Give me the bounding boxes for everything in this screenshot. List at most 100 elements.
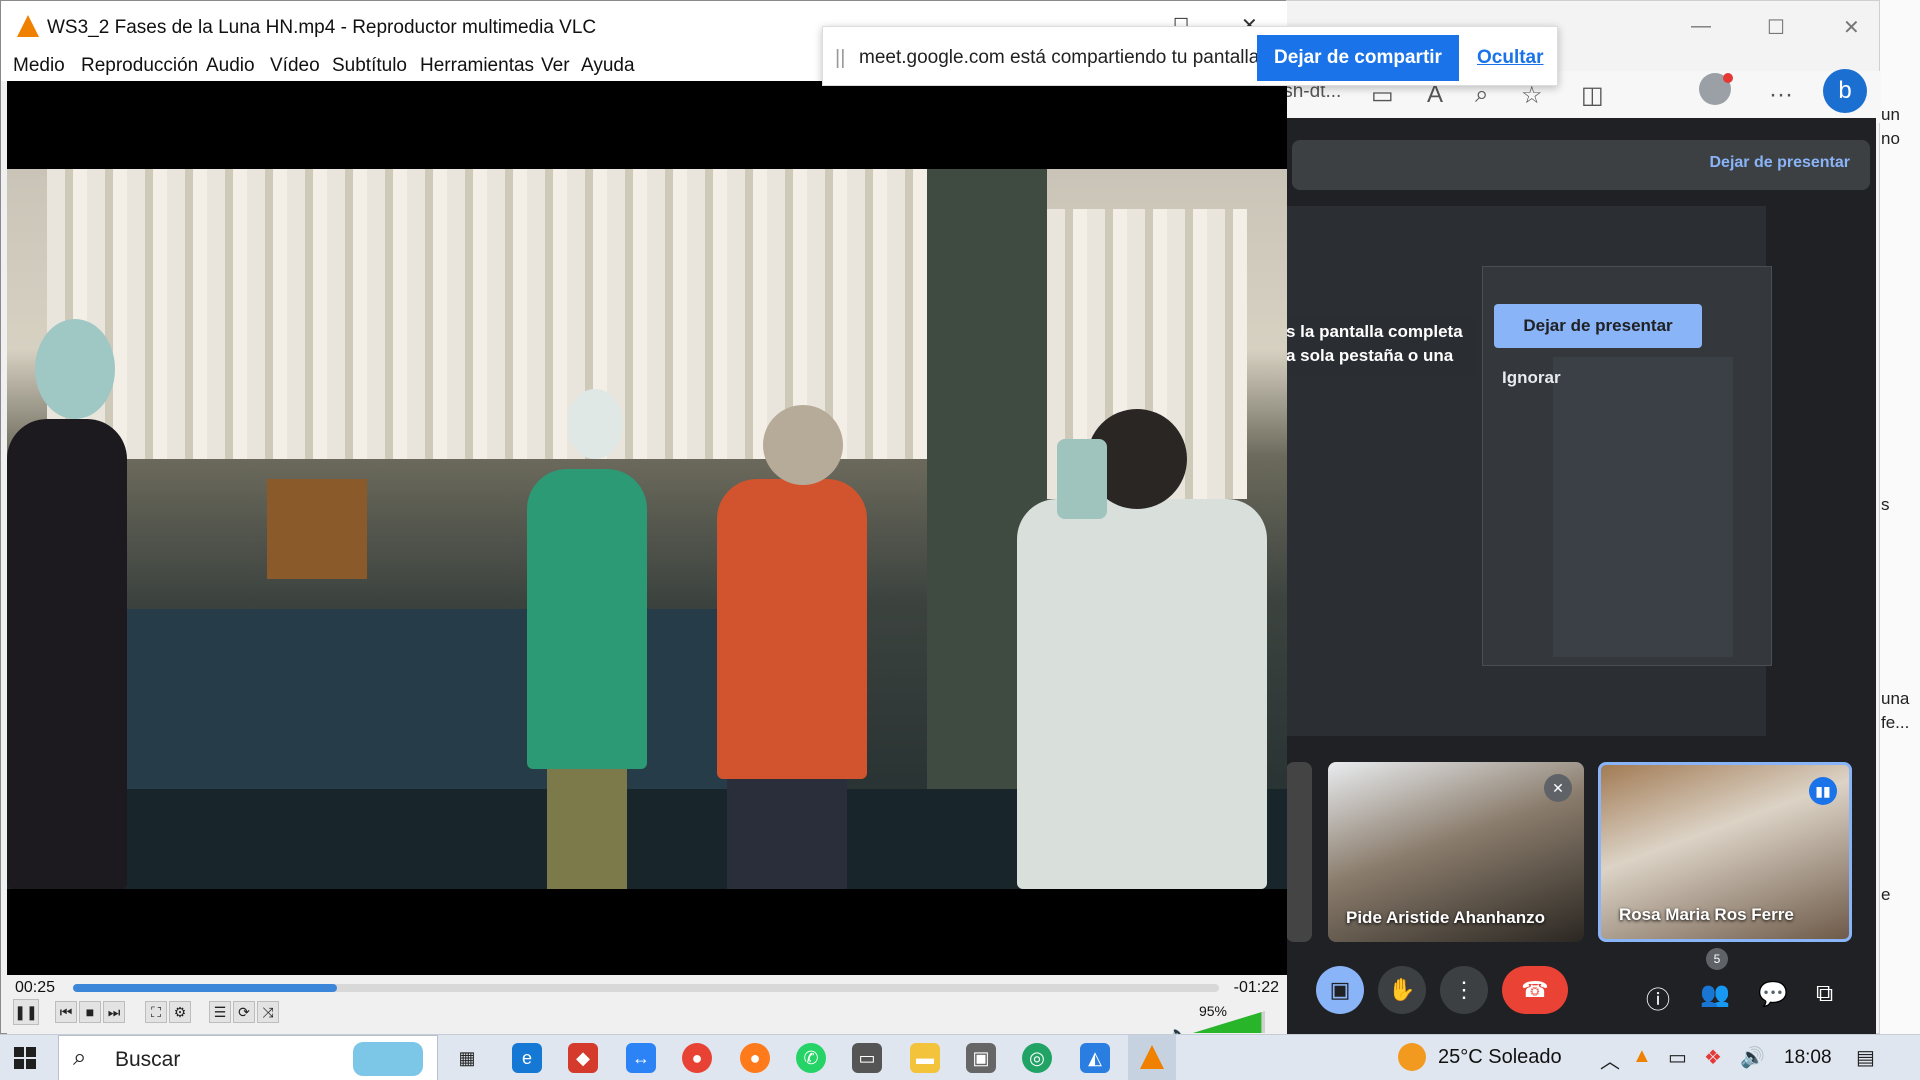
minimize-icon[interactable]: —: [1691, 15, 1711, 38]
window-title: WS3_2 Fases de la Luna HN.mp4 - Reproduc…: [47, 17, 597, 38]
menu-herramientas[interactable]: Herramientas: [420, 55, 534, 77]
person-3-shirt: [717, 479, 867, 779]
activities-icon[interactable]: ⧉: [1816, 980, 1833, 1008]
wall-painting: [267, 479, 367, 579]
drag-handle-icon[interactable]: ||: [835, 47, 845, 70]
stop-presenting-button[interactable]: Dejar de presentar: [1494, 304, 1702, 348]
seek-bar[interactable]: [73, 984, 1219, 992]
search-icon: ⌕: [73, 1044, 87, 1071]
stop-button[interactable]: ■: [79, 1001, 101, 1023]
present-screen-button[interactable]: ▣: [1316, 966, 1364, 1014]
speaking-indicator-icon: ▮▮: [1809, 777, 1837, 805]
video-area[interactable]: [7, 81, 1287, 975]
people-icon[interactable]: 👥: [1700, 980, 1730, 1009]
mask-1: [35, 319, 115, 419]
vlc-window: WS3_2 Fases de la Luna HN.mp4 - Reproduc…: [0, 0, 1287, 1041]
maximize-icon[interactable]: ☐: [1767, 15, 1785, 40]
volume-slider[interactable]: [1193, 1011, 1265, 1033]
vlc-tray-icon[interactable]: ▲: [1632, 1045, 1652, 1068]
person-2-shirt: [527, 469, 647, 769]
app-icon-3[interactable]: ◎: [1022, 1043, 1052, 1073]
sofa: [67, 609, 807, 819]
meet-presenting-bar: Dejar de presentar: [1292, 140, 1870, 190]
taskbar: ⌕ Buscar ▦ e ◆ ↔ ● ● ✆ ▭ ▬ ▣ ◎ ◭ 25°C So…: [0, 1034, 1920, 1080]
app-icon[interactable]: ▭: [852, 1043, 882, 1073]
chrome-icon[interactable]: ●: [682, 1043, 712, 1073]
mask-4: [1057, 439, 1107, 519]
participant-name: Pide Aristide Ahanhanzo: [1346, 908, 1545, 927]
teamviewer-icon[interactable]: ↔: [626, 1043, 656, 1073]
firefox-icon[interactable]: ●: [740, 1043, 770, 1073]
clock: 18:08: [1784, 1047, 1832, 1068]
participant-tile-partial[interactable]: [1286, 762, 1312, 942]
weather-widget[interactable]: 25°C Soleado: [1398, 1043, 1562, 1071]
speaker-icon[interactable]: 🔊: [1740, 1045, 1765, 1070]
split-screen-icon[interactable]: ◫: [1581, 81, 1604, 110]
sun-icon: [1398, 1043, 1426, 1071]
seek-fill: [73, 984, 337, 992]
menu-ver[interactable]: Ver: [541, 55, 570, 77]
playlist-button[interactable]: ☰: [209, 1001, 231, 1023]
menu-medio[interactable]: Medio: [13, 55, 65, 77]
stop-presenting-link[interactable]: Dejar de presentar: [1709, 154, 1850, 172]
stop-sharing-button[interactable]: Dejar de compartir: [1257, 35, 1459, 81]
video-frame: [7, 169, 1287, 889]
app-icon-4[interactable]: ◭: [1080, 1043, 1110, 1073]
previous-button[interactable]: ⏮: [55, 1001, 77, 1023]
edge-icon[interactable]: e: [512, 1043, 542, 1073]
menu-ayuda[interactable]: Ayuda: [581, 55, 635, 77]
chat-icon[interactable]: 💬: [1758, 980, 1788, 1009]
whatsapp-icon[interactable]: ✆: [796, 1043, 826, 1073]
anydesk-icon[interactable]: ◆: [568, 1043, 598, 1073]
participant-tile-active[interactable]: ▮▮ Rosa Maria Ros Ferre: [1598, 762, 1852, 942]
mask-2: [567, 389, 623, 459]
info-icon[interactable]: ⓘ: [1646, 980, 1670, 1015]
loop-button[interactable]: ⟳: [233, 1001, 255, 1023]
screen-share-banner: || meet.google.com está compartiendo tu …: [822, 26, 1558, 86]
extended-settings-button[interactable]: ⚙: [169, 1001, 191, 1023]
screen-share-preview: s la pantalla completa a sola pestaña o …: [1286, 206, 1772, 736]
muted-mic-icon: ✕: [1544, 774, 1572, 802]
copilot-icon[interactable]: b: [1823, 69, 1867, 113]
shuffle-button[interactable]: ⤨: [257, 1001, 279, 1023]
participant-tile[interactable]: ✕ Pide Aristide Ahanhanzo: [1328, 762, 1584, 942]
head-3: [763, 405, 843, 485]
share-dialog-text: s la pantalla completa a sola pestaña o …: [1286, 316, 1476, 376]
elapsed-time: 00:25: [15, 979, 56, 996]
chevron-up-icon[interactable]: ︿: [1600, 1045, 1620, 1074]
app-icon-2[interactable]: ▣: [966, 1043, 996, 1073]
notifications-icon[interactable]: ▤: [1856, 1045, 1875, 1070]
file-explorer-icon[interactable]: ▬: [910, 1043, 940, 1073]
raise-hand-button[interactable]: ✋: [1378, 966, 1426, 1014]
dropbox-icon[interactable]: ❖: [1704, 1045, 1722, 1070]
leave-call-button[interactable]: ☎: [1502, 966, 1568, 1014]
menu-subtitulo[interactable]: Subtítulo: [332, 55, 407, 77]
more-options-icon[interactable]: ···: [1769, 81, 1793, 109]
next-button[interactable]: ⏭: [103, 1001, 125, 1023]
task-view-icon[interactable]: ▦: [452, 1043, 482, 1073]
search-highlight-icon: [353, 1042, 423, 1076]
meet-panel: Dejar de presentar s la pantalla complet…: [1286, 118, 1876, 1034]
person-2-pants: [547, 769, 627, 889]
person-3-pants: [727, 779, 847, 889]
profile-badge: [1723, 73, 1733, 83]
people-count-badge: 5: [1706, 948, 1728, 970]
more-options-button[interactable]: ⋮: [1440, 966, 1488, 1014]
share-message: meet.google.com está compartiendo tu pan…: [859, 47, 1265, 68]
windows-start-icon[interactable]: [14, 1047, 36, 1069]
person-1: [7, 419, 127, 889]
ignore-button[interactable]: Ignorar: [1502, 368, 1561, 388]
menu-reproduccion[interactable]: Reproducción: [81, 55, 198, 77]
pause-button[interactable]: ❚❚: [13, 999, 39, 1025]
vlc-taskbar-icon: [1140, 1045, 1164, 1069]
menu-video[interactable]: Vídeo: [270, 55, 320, 77]
playback-controls: 00:25 -01:22 ❚❚ ⏮ ■ ⏭ ⛶ ⚙ ☰ ⟳ ⤨ 🔈 95%: [7, 975, 1287, 1041]
network-icon[interactable]: ▭: [1668, 1045, 1687, 1070]
person-4-shirt: [1017, 499, 1267, 889]
close-icon[interactable]: ✕: [1843, 15, 1860, 40]
fullscreen-button[interactable]: ⛶: [145, 1001, 167, 1023]
hide-link[interactable]: Ocultar: [1477, 47, 1544, 69]
participant-name: Rosa Maria Ros Ferre: [1619, 905, 1794, 924]
menu-audio[interactable]: Audio: [206, 55, 255, 77]
taskbar-search[interactable]: ⌕ Buscar: [58, 1035, 438, 1080]
